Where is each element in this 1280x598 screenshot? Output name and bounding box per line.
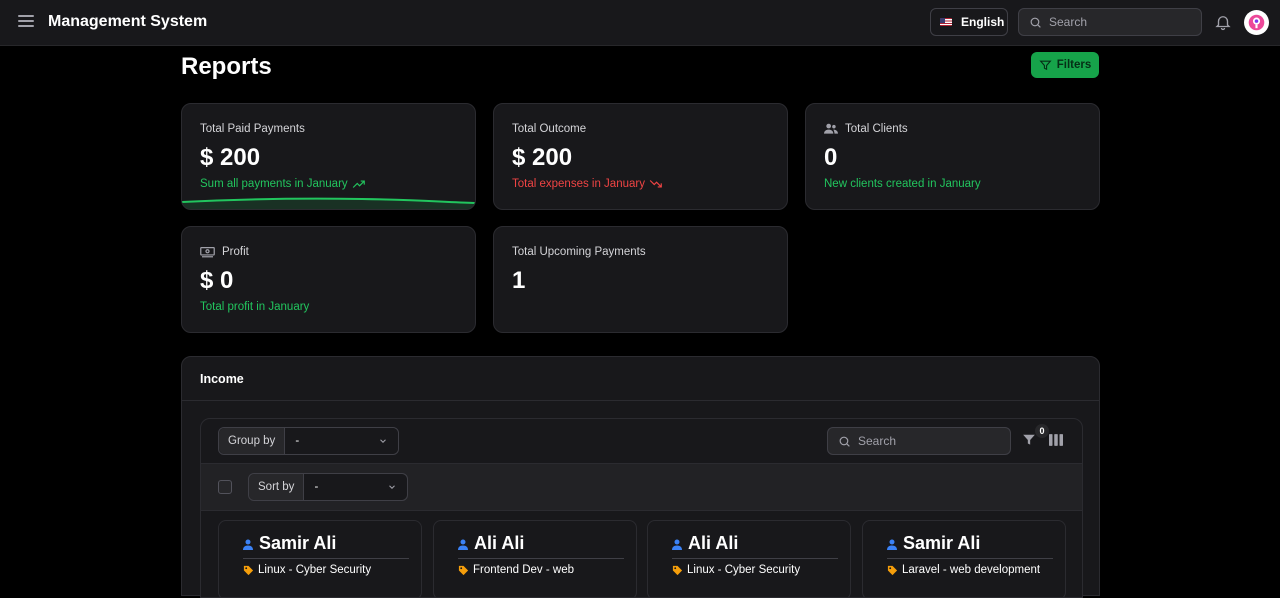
tag-icon xyxy=(672,565,683,575)
select-all-checkbox[interactable] xyxy=(218,480,232,494)
columns-icon[interactable] xyxy=(1049,434,1063,446)
stat-value: $ 0 xyxy=(200,267,234,294)
tag-icon xyxy=(458,565,469,575)
record-name-text: Samir Ali xyxy=(903,533,981,553)
table-filter-icon[interactable] xyxy=(1022,433,1036,447)
stat-description: Sum all payments in January xyxy=(200,178,366,190)
divider xyxy=(887,558,1053,559)
stat-card-total-outcome: Total Outcome $ 200 Total expenses in Ja… xyxy=(493,103,788,210)
language-switcher[interactable]: English xyxy=(930,8,1008,36)
filters-label: Filters xyxy=(1056,59,1092,71)
divider xyxy=(458,558,624,559)
global-search[interactable] xyxy=(1018,8,1202,36)
record-tag-text: Frontend Dev - web xyxy=(473,564,574,576)
stat-value: $ 200 xyxy=(512,144,573,171)
stat-label-text: Total Clients xyxy=(845,123,908,135)
chevron-down-icon xyxy=(380,439,386,443)
income-record-card[interactable]: Samir Ali Linux - Cyber Security xyxy=(218,520,422,597)
stat-label: Profit xyxy=(200,246,249,258)
bell-icon[interactable] xyxy=(1214,13,1232,31)
user-icon xyxy=(887,539,897,550)
stat-description: New clients created in January xyxy=(824,178,981,190)
stat-label-text: Profit xyxy=(222,246,249,258)
record-name: Samir Ali xyxy=(243,533,337,554)
stat-label: Total Paid Payments xyxy=(200,123,305,135)
stat-card-total-paid-payments: Total Paid Payments $ 200 Sum all paymen… xyxy=(181,103,476,210)
record-tag-text: Linux - Cyber Security xyxy=(687,564,801,576)
record-tag: Linux - Cyber Security xyxy=(672,564,800,576)
income-table: Group by - 0 Sort by - xyxy=(200,418,1083,598)
user-icon xyxy=(243,539,253,550)
section-title: Income xyxy=(200,372,244,386)
record-name: Samir Ali xyxy=(887,533,981,554)
stat-description: Total profit in January xyxy=(200,301,310,313)
filter-icon xyxy=(1039,60,1052,70)
stat-card-total-clients: Total Clients 0 New clients created in J… xyxy=(805,103,1100,210)
divider xyxy=(182,400,1099,401)
page-title: Reports xyxy=(181,53,272,80)
record-tag-text: Laravel - web development xyxy=(902,564,1041,576)
sparkline-chart xyxy=(182,197,475,209)
record-name: Ali Ali xyxy=(458,533,525,554)
menu-icon[interactable] xyxy=(18,15,34,29)
user-icon xyxy=(458,539,468,550)
group-by-select[interactable]: Group by - xyxy=(218,427,399,455)
user-avatar-icon xyxy=(1248,14,1265,31)
trending-up-icon xyxy=(352,180,365,188)
stat-description-text: Total expenses in January xyxy=(512,178,645,190)
search-icon xyxy=(839,436,850,447)
record-name-text: Ali Ali xyxy=(688,533,739,553)
search-icon xyxy=(1030,17,1041,28)
record-tag-text: Linux - Cyber Security xyxy=(258,564,372,576)
income-record-card[interactable]: Samir Ali Laravel - web development xyxy=(862,520,1066,597)
divider xyxy=(243,558,409,559)
filter-count-badge: 0 xyxy=(1035,424,1049,438)
avatar[interactable] xyxy=(1244,10,1269,35)
language-label: English xyxy=(961,15,1005,29)
income-record-card[interactable]: Ali Ali Frontend Dev - web xyxy=(433,520,637,597)
table-search-input[interactable] xyxy=(858,434,998,448)
record-name-text: Ali Ali xyxy=(474,533,525,553)
stat-description-text: Sum all payments in January xyxy=(200,178,348,190)
sort-by-select[interactable]: Sort by - xyxy=(248,473,408,501)
stat-label: Total Upcoming Payments xyxy=(512,246,646,258)
stat-description: Total expenses in January xyxy=(512,178,663,190)
global-search-input[interactable] xyxy=(1049,15,1189,29)
us-flag-icon xyxy=(940,18,952,26)
top-bar: Management System English xyxy=(0,0,1280,46)
stat-card-total-upcoming-payments: Total Upcoming Payments 1 xyxy=(493,226,788,333)
app-title: Management System xyxy=(48,13,208,30)
stat-value: $ 200 xyxy=(200,144,261,171)
stat-card-profit: Profit $ 0 Total profit in January xyxy=(181,226,476,333)
divider xyxy=(672,558,838,559)
group-by-dropdown[interactable]: - xyxy=(285,428,398,454)
record-tag: Linux - Cyber Security xyxy=(243,564,371,576)
record-tag: Frontend Dev - web xyxy=(458,564,574,576)
group-by-value: - xyxy=(295,435,300,447)
record-tag: Laravel - web development xyxy=(887,564,1040,576)
cash-icon xyxy=(200,246,215,257)
tag-icon xyxy=(243,565,254,575)
sort-by-dropdown[interactable]: - xyxy=(304,474,407,500)
income-section: Income Group by - 0 Sort by - xyxy=(181,356,1100,598)
sort-toolbar: Sort by - xyxy=(201,463,1082,511)
sort-by-value: - xyxy=(314,481,319,493)
group-by-label: Group by xyxy=(219,428,286,454)
income-record-card[interactable]: Ali Ali Linux - Cyber Security xyxy=(647,520,851,597)
user-icon xyxy=(672,539,682,550)
record-name: Ali Ali xyxy=(672,533,739,554)
table-search[interactable] xyxy=(827,427,1011,455)
users-icon xyxy=(824,123,838,134)
record-name-text: Samir Ali xyxy=(259,533,337,553)
stat-value: 0 xyxy=(824,144,838,171)
filters-button[interactable]: Filters xyxy=(1031,52,1099,78)
stat-label: Total Outcome xyxy=(512,123,587,135)
trending-down-icon xyxy=(649,180,662,188)
tag-icon xyxy=(887,565,898,575)
stat-value: 1 xyxy=(512,267,526,294)
sort-by-label: Sort by xyxy=(249,474,305,500)
chevron-down-icon xyxy=(389,485,395,489)
stat-label: Total Clients xyxy=(824,123,908,135)
